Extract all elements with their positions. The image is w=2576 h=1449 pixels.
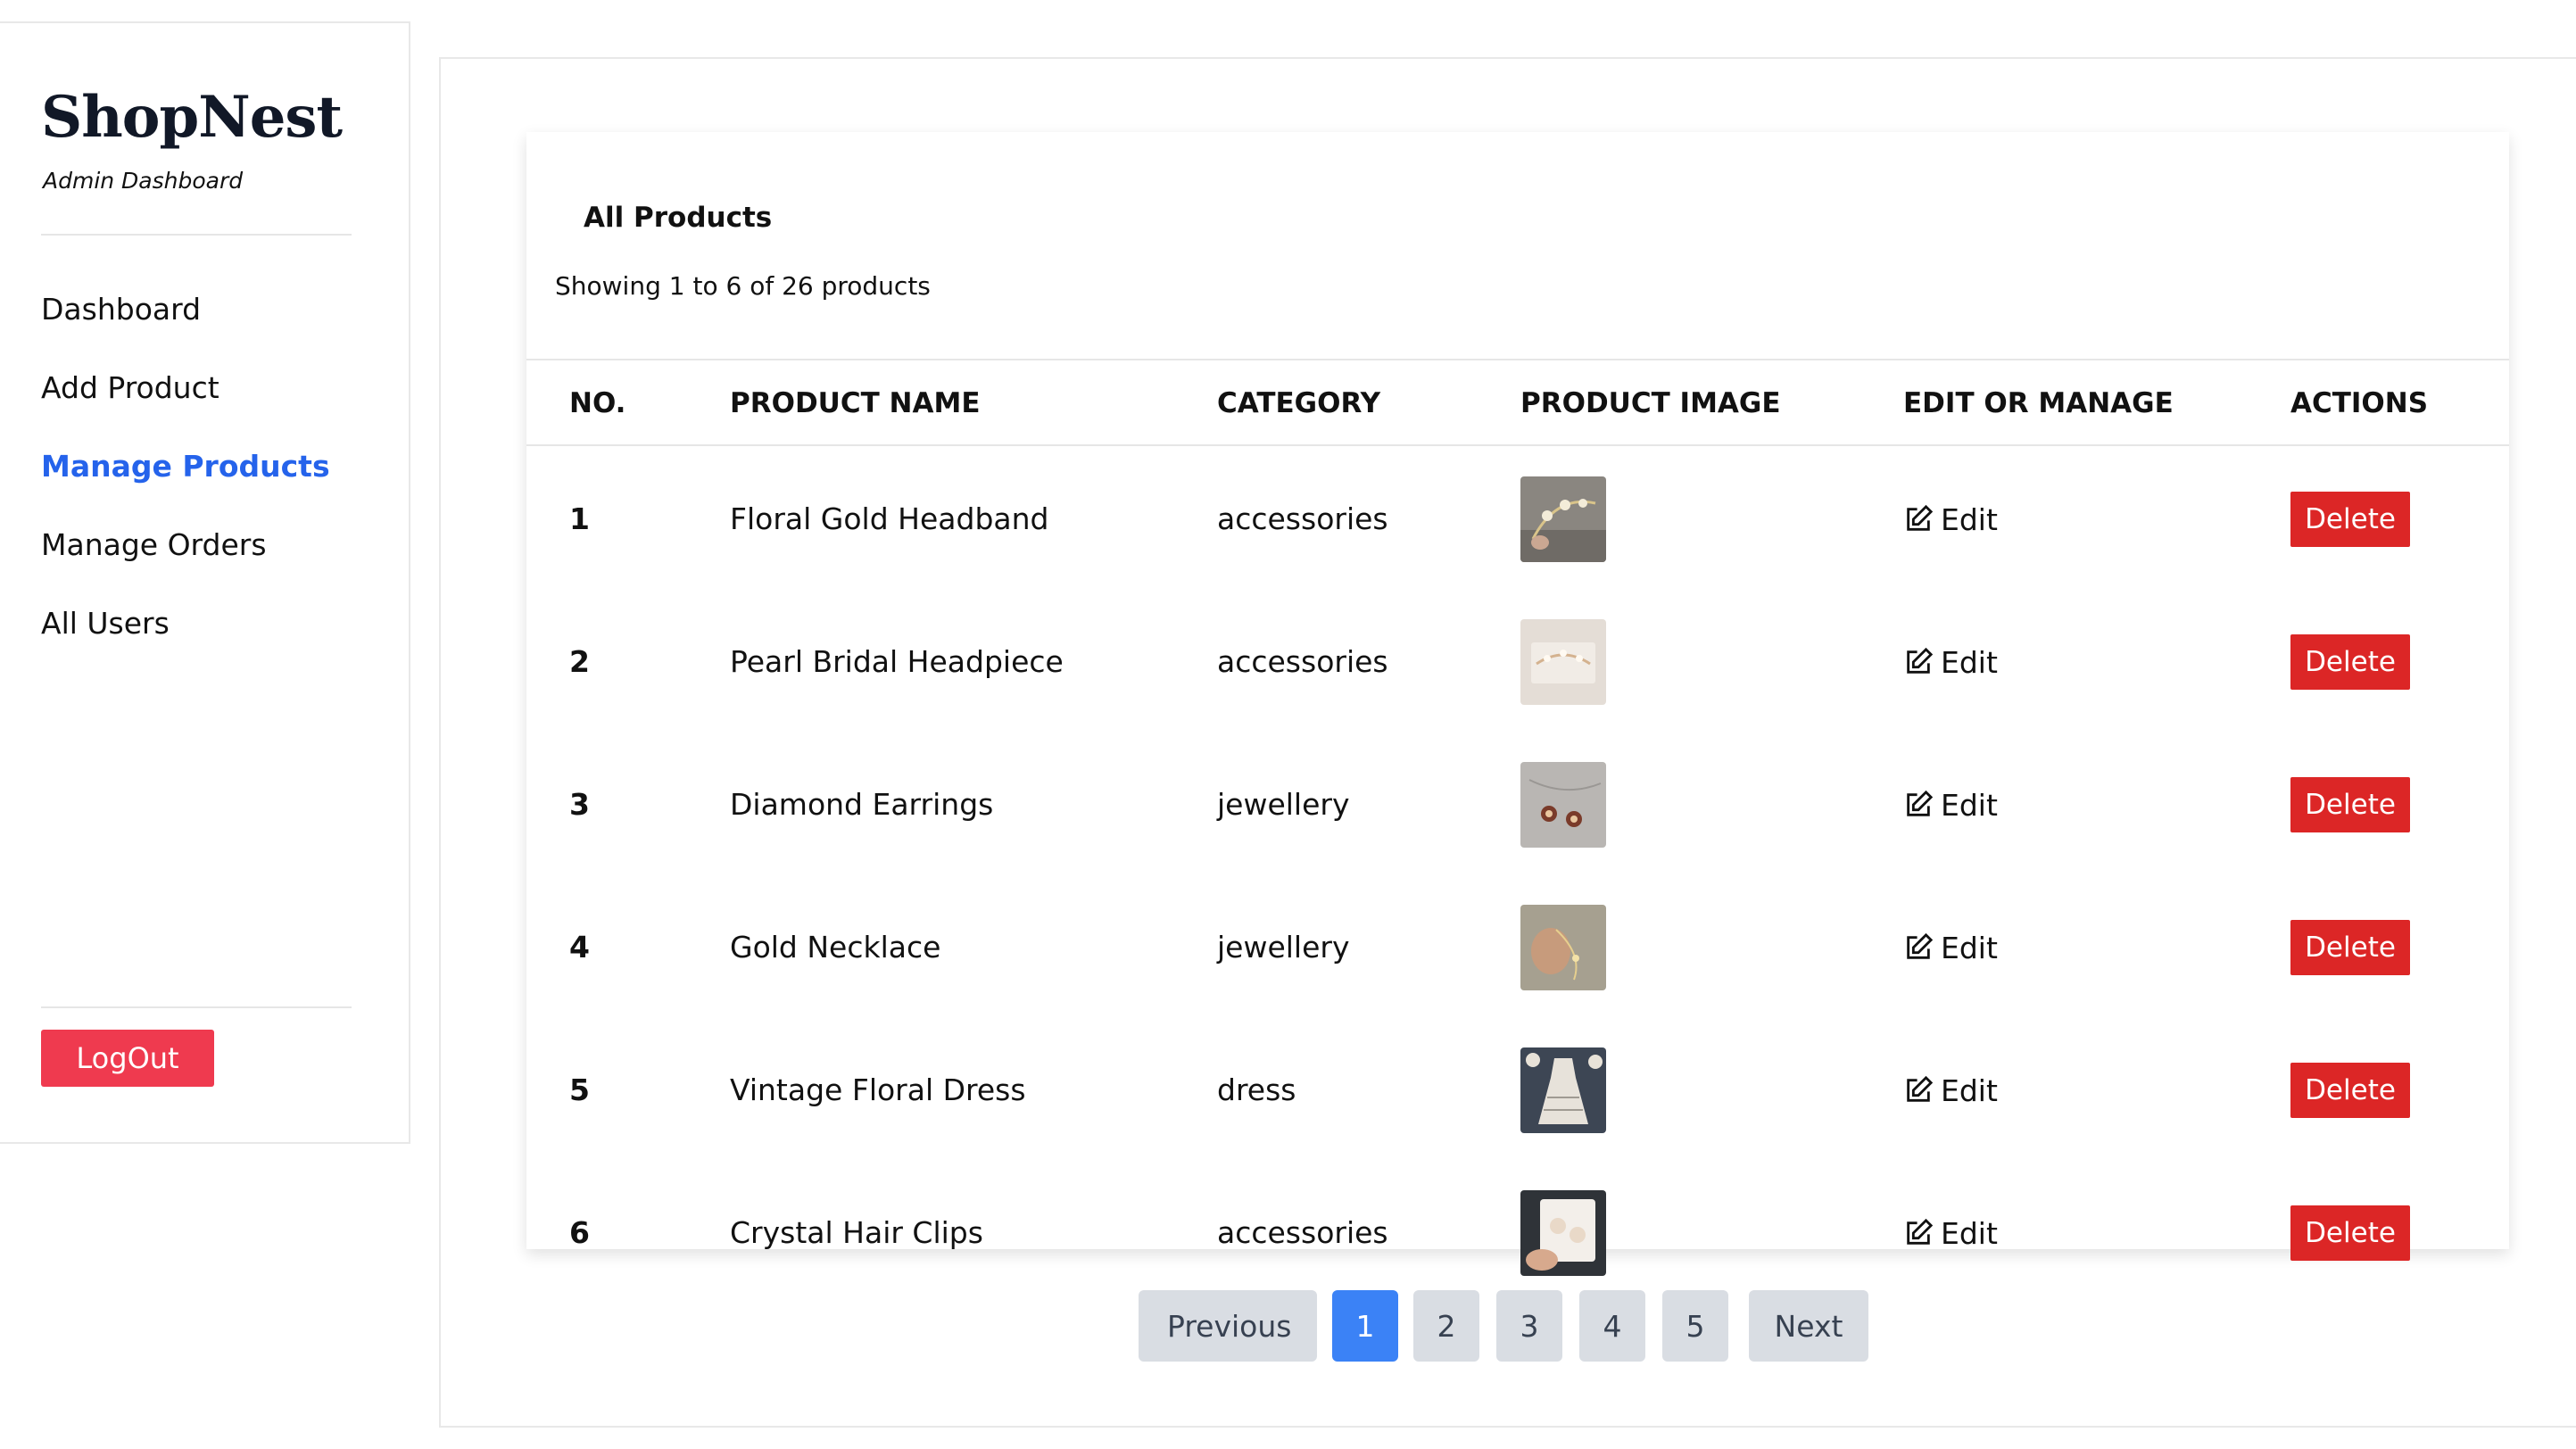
edit-icon	[1907, 504, 1934, 531]
product-name: Pearl Bridal Headpiece	[730, 644, 1064, 679]
edit-label: Edit	[1941, 1215, 1998, 1251]
row-number: 1	[569, 501, 590, 536]
card-title: All Products	[584, 202, 773, 234]
table-row: 1 Floral Gold Headband accessories Edit …	[526, 448, 2509, 591]
delete-button[interactable]: Delete	[2290, 492, 2410, 547]
product-category: accessories	[1217, 501, 1388, 536]
edit-link[interactable]: Edit	[1903, 1162, 1998, 1304]
page-button-4[interactable]: 4	[1579, 1290, 1645, 1362]
sidebar-item-all-users[interactable]: All Users	[41, 601, 330, 680]
column-header-product-name: PRODUCT NAME	[730, 387, 981, 419]
row-number: 5	[569, 1072, 590, 1107]
edit-link[interactable]: Edit	[1903, 876, 1998, 1019]
edit-link[interactable]: Edit	[1903, 448, 1998, 591]
edit-link[interactable]: Edit	[1903, 1019, 1998, 1162]
product-category: jewellery	[1217, 930, 1350, 965]
sidebar-nav: Dashboard Add Product Manage Products Ma…	[41, 287, 330, 680]
logout-button[interactable]: LogOut	[41, 1030, 214, 1087]
product-name: Gold Necklace	[730, 930, 941, 965]
edit-link[interactable]: Edit	[1903, 733, 1998, 876]
sidebar-divider-top	[41, 234, 352, 236]
products-card: All Products Showing 1 to 6 of 26 produc…	[526, 132, 2509, 1276]
page-button-3[interactable]: 3	[1496, 1290, 1562, 1362]
page-button-2[interactable]: 2	[1413, 1290, 1479, 1362]
sidebar-item-add-product[interactable]: Add Product	[41, 366, 330, 444]
edit-label: Edit	[1941, 501, 1998, 537]
delete-button[interactable]: Delete	[2290, 634, 2410, 690]
sidebar-item-dashboard[interactable]: Dashboard	[41, 287, 330, 366]
product-category: dress	[1217, 1072, 1296, 1107]
row-number: 3	[569, 787, 590, 822]
column-header-actions: ACTIONS	[2290, 387, 2429, 419]
product-name: Crystal Hair Clips	[730, 1215, 983, 1250]
page-button-5[interactable]: 5	[1662, 1290, 1728, 1362]
delete-button[interactable]: Delete	[2290, 1205, 2410, 1261]
table-body: 1 Floral Gold Headband accessories Edit …	[526, 448, 2509, 1304]
table-row: 2 Pearl Bridal Headpiece accessories Edi…	[526, 591, 2509, 733]
column-header-category: CATEGORY	[1217, 387, 1381, 419]
dress-photo	[1520, 1047, 1606, 1133]
table-row: 4 Gold Necklace jewellery Edit Delete	[526, 876, 2509, 1019]
edit-icon	[1907, 932, 1934, 959]
page-button-1[interactable]: 1	[1332, 1290, 1398, 1362]
row-number: 6	[569, 1215, 590, 1250]
edit-icon	[1907, 790, 1934, 816]
product-category: accessories	[1217, 1215, 1388, 1250]
sidebar: ShopNest Admin Dashboard Dashboard Add P…	[0, 21, 410, 1144]
brand-subtitle: Admin Dashboard	[43, 168, 244, 194]
edit-icon	[1907, 1075, 1934, 1102]
headband-photo	[1520, 476, 1606, 562]
pagination: Previous 1 2 3 4 5 Next	[1139, 1290, 1868, 1362]
edit-icon	[1907, 1218, 1934, 1245]
brand-logo: ShopNest	[41, 84, 343, 151]
product-name: Floral Gold Headband	[730, 501, 1049, 536]
headpiece-photo	[1520, 619, 1606, 705]
product-category: accessories	[1217, 644, 1388, 679]
column-header-product-image: PRODUCT IMAGE	[1520, 387, 1781, 419]
table-row: 6 Crystal Hair Clips accessories Edit De…	[526, 1162, 2509, 1304]
row-number: 4	[569, 930, 590, 965]
delete-button[interactable]: Delete	[2290, 920, 2410, 975]
row-number: 2	[569, 644, 590, 679]
table-row: 3 Diamond Earrings jewellery Edit Delete	[526, 733, 2509, 876]
edit-icon	[1907, 647, 1934, 674]
earrings-photo	[1520, 762, 1606, 848]
hair-clips-photo	[1520, 1190, 1606, 1276]
next-page-button[interactable]: Next	[1749, 1290, 1868, 1362]
previous-page-button[interactable]: Previous	[1139, 1290, 1317, 1362]
column-header-edit-or-manage: EDIT OR MANAGE	[1903, 387, 2174, 419]
sidebar-item-manage-orders[interactable]: Manage Orders	[41, 523, 330, 601]
products-summary: Showing 1 to 6 of 26 products	[555, 271, 931, 301]
edit-label: Edit	[1941, 644, 1998, 680]
edit-label: Edit	[1941, 1072, 1998, 1108]
necklace-photo	[1520, 905, 1606, 990]
table-row: 5 Vintage Floral Dress dress Edit Delete	[526, 1019, 2509, 1162]
product-name: Diamond Earrings	[730, 787, 994, 822]
sidebar-divider-bottom	[41, 1006, 352, 1008]
product-category: jewellery	[1217, 787, 1350, 822]
main-panel: All Products Showing 1 to 6 of 26 produc…	[439, 57, 2576, 1428]
sidebar-item-manage-products[interactable]: Manage Products	[41, 444, 330, 523]
edit-label: Edit	[1941, 930, 1998, 965]
edit-link[interactable]: Edit	[1903, 591, 1998, 733]
product-name: Vintage Floral Dress	[730, 1072, 1026, 1107]
delete-button[interactable]: Delete	[2290, 777, 2410, 832]
table-header: NO. PRODUCT NAME CATEGORY PRODUCT IMAGE …	[526, 360, 2509, 446]
delete-button[interactable]: Delete	[2290, 1063, 2410, 1118]
edit-label: Edit	[1941, 787, 1998, 823]
column-header-no: NO.	[569, 387, 626, 419]
